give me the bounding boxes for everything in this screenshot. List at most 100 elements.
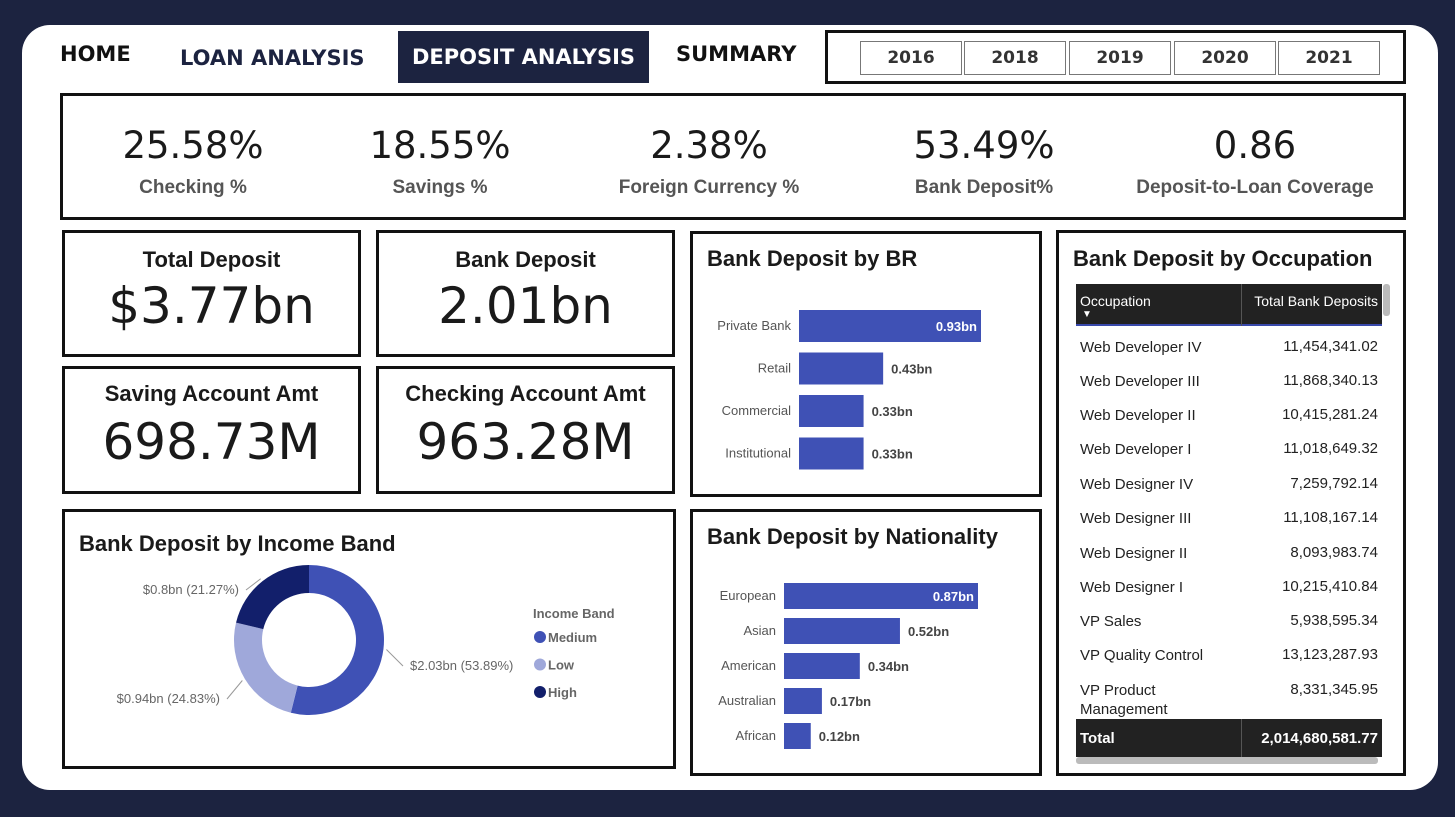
- table-row[interactable]: VP Quality Control 13,123,287.93: [1076, 638, 1382, 672]
- legend-item[interactable]: High: [548, 685, 577, 700]
- year-slicer: 2016 2018 2019 2020 2021: [825, 30, 1406, 84]
- category-label: American: [721, 658, 776, 673]
- kpi-bank-deposit-value: 53.49%: [913, 124, 1055, 167]
- data-label: 0.43bn: [891, 362, 932, 377]
- slice-label: $2.03bn (53.89%): [410, 658, 513, 673]
- deposit-amount-cell: 7,259,792.14: [1290, 475, 1378, 492]
- legend-item[interactable]: Low: [548, 658, 575, 673]
- bar[interactable]: [799, 437, 864, 470]
- donut-slice[interactable]: [234, 622, 298, 713]
- total-label: Total: [1080, 730, 1115, 747]
- table-horizontal-scrollbar[interactable]: [1076, 757, 1378, 764]
- occupation-cell: Web Designer II: [1080, 545, 1188, 562]
- deposit-amount-cell: 10,215,410.84: [1282, 578, 1378, 595]
- income-band-donut-chart: $2.03bn (53.89%) $0.94bn (24.83%) $0.8bn (…: [117, 565, 615, 715]
- nav-home[interactable]: HOME: [60, 42, 131, 66]
- sort-descending-icon[interactable]: ▼: [1082, 309, 1092, 320]
- legend-marker: [534, 631, 546, 643]
- nationality-bar-chart: European 0.87bn Asian 0.52bn American 0.34bn A…: [718, 583, 978, 749]
- bar[interactable]: [784, 653, 860, 679]
- slice-label: $0.8bn (21.27%): [143, 582, 239, 597]
- deposit-amount-cell: 11,108,167.14: [1283, 509, 1378, 526]
- deposit-amount-cell: 5,938,595.34: [1290, 612, 1378, 629]
- category-label: Retail: [758, 361, 791, 376]
- data-label: 0.12bn: [819, 729, 860, 744]
- legend-marker: [534, 658, 546, 671]
- nav-loan-analysis[interactable]: LOAN ANALYSIS: [180, 46, 365, 70]
- table-row[interactable]: Web Developer III 11,868,340.13: [1076, 364, 1382, 398]
- kpi-foreign-label: Foreign Currency %: [618, 177, 800, 198]
- data-label: 0.52bn: [908, 624, 949, 639]
- category-label: Commercial: [722, 403, 791, 418]
- deposit-amount-cell: 8,093,983.74: [1290, 544, 1378, 561]
- bar[interactable]: [784, 723, 811, 749]
- table-vertical-scrollbar[interactable]: [1383, 284, 1390, 316]
- bank-deposit-title: Bank Deposit: [455, 247, 596, 272]
- nav-summary[interactable]: SUMMARY: [676, 42, 796, 66]
- data-label: 0.33bn: [872, 447, 913, 462]
- donut-slice[interactable]: [236, 565, 309, 630]
- year-2018-button[interactable]: 2018: [964, 41, 1066, 75]
- occupation-cell: VP Product Management: [1080, 682, 1168, 718]
- kpi-checking-value: 25.58%: [122, 124, 264, 167]
- bank-deposit-value: 2.01bn: [438, 277, 613, 335]
- total-value: 2,014,680,581.77: [1261, 730, 1378, 747]
- category-label: Australian: [718, 693, 776, 708]
- occupation-cell: Web Designer IV: [1080, 476, 1194, 493]
- column-header-total[interactable]: Total Bank Deposits: [1254, 293, 1378, 309]
- bar[interactable]: [784, 688, 822, 714]
- data-label: 0.93bn: [936, 319, 977, 334]
- checking-amt-value: 963.28M: [416, 413, 635, 471]
- column-header-occupation[interactable]: Occupation: [1080, 293, 1151, 309]
- legend-item[interactable]: Medium: [548, 630, 597, 645]
- year-2021-button[interactable]: 2021: [1278, 41, 1380, 75]
- table-row[interactable]: Web Developer II 10,415,281.24: [1076, 398, 1382, 432]
- total-deposit-card: Total Deposit $3.77bn: [62, 230, 361, 357]
- occupation-cell: VP Quality Control: [1080, 647, 1204, 664]
- table-row[interactable]: Web Designer II 8,093,983.74: [1076, 536, 1382, 570]
- occupation-table-title: Bank Deposit by Occupation: [1073, 246, 1373, 271]
- deposit-amount-cell: 11,018,649.32: [1283, 440, 1378, 457]
- year-2016-button[interactable]: 2016: [860, 41, 962, 75]
- deposit-amount-cell: 11,868,340.13: [1283, 372, 1378, 389]
- table-row[interactable]: Web Designer III 11,108,167.14: [1076, 501, 1382, 535]
- kpi-foreign-value: 2.38%: [650, 124, 768, 167]
- total-deposit-title: Total Deposit: [142, 247, 281, 272]
- year-2019-button[interactable]: 2019: [1069, 41, 1171, 75]
- occupation-cell: VP Sales: [1080, 613, 1142, 630]
- br-bar-chart: Private Bank 0.93bn Retail 0.43bn Commercial…: [717, 310, 981, 470]
- table-row[interactable]: Web Designer I 10,215,410.84: [1076, 570, 1382, 604]
- table-row[interactable]: Web Developer IV 11,454,341.02: [1076, 330, 1382, 364]
- occupation-cell: Web Developer III: [1080, 373, 1200, 390]
- deposit-amount-cell: 8,331,345.95: [1290, 681, 1378, 698]
- category-label: Private Bank: [717, 318, 791, 333]
- category-label: African: [736, 728, 776, 743]
- kpi-bank-deposit-label: Bank Deposit%: [914, 177, 1054, 198]
- deposit-amount-cell: 10,415,281.24: [1282, 406, 1378, 423]
- data-label: 0.33bn: [872, 404, 913, 419]
- table-total-row: Total 2,014,680,581.77: [1076, 719, 1382, 757]
- slice-label: $0.94bn (24.83%): [117, 691, 220, 706]
- table-row[interactable]: VP Product Management 8,331,345.95: [1076, 673, 1382, 718]
- bar[interactable]: [799, 352, 884, 385]
- kpi-coverage-label: Deposit-to-Loan Coverage: [1136, 177, 1374, 198]
- category-label: Asian: [743, 623, 776, 638]
- table-row[interactable]: Web Designer IV 7,259,792.14: [1076, 467, 1382, 501]
- total-deposit-value: $3.77bn: [108, 277, 315, 335]
- occupation-cell: Web Developer IV: [1080, 339, 1202, 356]
- bar[interactable]: [799, 395, 864, 427]
- table-row[interactable]: Web Developer I 11,018,649.32: [1076, 432, 1382, 466]
- kpi-coverage-value: 0.86: [1213, 124, 1297, 167]
- bank-deposit-card: Bank Deposit 2.01bn: [376, 230, 675, 357]
- nav-deposit-analysis[interactable]: DEPOSIT ANALYSIS: [398, 31, 650, 83]
- kpi-checking-label: Checking %: [139, 177, 247, 198]
- category-label: Institutional: [725, 446, 791, 461]
- income-band-title: Bank Deposit by Income Band: [79, 531, 396, 556]
- year-2020-button[interactable]: 2020: [1174, 41, 1276, 75]
- bar[interactable]: [784, 618, 900, 644]
- table-row[interactable]: VP Sales 5,938,595.34: [1076, 604, 1382, 638]
- saving-amt-card: Saving Account Amt 698.73M: [62, 366, 361, 494]
- occupation-cell: Web Designer I: [1080, 579, 1184, 596]
- occupation-cell: Web Developer II: [1080, 407, 1196, 424]
- checking-amt-title: Checking Account Amt: [405, 381, 646, 406]
